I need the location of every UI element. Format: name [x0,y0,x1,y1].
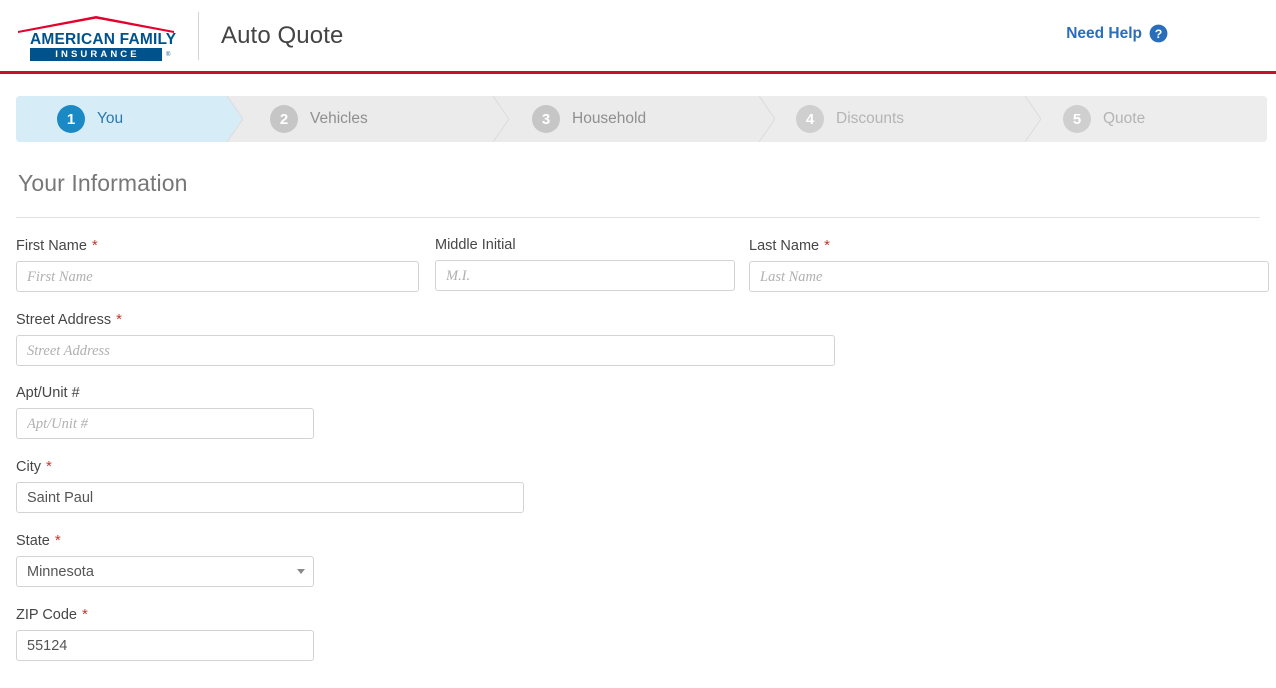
progress-steps: 1 You 2 Vehicles 3 Household 4 Discounts… [16,96,1267,142]
name-row: First Name* Middle Initial Last Name* [16,237,1269,292]
city-field-group: City * [16,458,1260,513]
last-name-required-marker: * [824,237,830,254]
page-title: Auto Quote [221,21,344,49]
last-name-label-text: Last Name [749,238,820,254]
zip-code-input[interactable] [16,630,314,661]
need-help-label: Need Help [1066,24,1142,42]
city-input[interactable] [16,482,524,513]
city-label: City * [16,458,1260,475]
svg-text:?: ? [1155,27,1163,41]
state-required-marker: * [54,532,61,549]
american-family-logo[interactable]: AMERICAN FAMILY INSURANCE ® [18,12,177,61]
step-badge-2: 2 [270,105,298,133]
apt-unit-label: Apt/Unit # [16,385,1260,401]
apt-unit-input[interactable] [16,408,314,439]
first-name-label: First Name * [16,237,419,254]
zip-code-required-marker: * [82,606,88,623]
last-name-input[interactable] [749,261,1269,292]
question-circle-icon: ? [1149,24,1168,43]
step-label-vehicles: Vehicles [310,110,368,127]
brand-block: AMERICAN FAMILY INSURANCE ® Auto Quote [16,0,343,71]
step-label-quote: Quote [1103,110,1146,127]
step-label-you: You [97,110,124,127]
step-badge-4: 4 [796,105,824,133]
state-label: State * [16,532,1260,549]
city-label-text: City [16,459,41,475]
apt-unit-label-text: Apt/Unit # [16,385,80,401]
progress-step-discounts[interactable]: 4 Discounts [760,96,1041,142]
progress-step-vehicles[interactable]: 2 Vehicles [228,96,509,142]
street-address-field-group: Street Address * [16,311,1260,366]
middle-initial-field-group: Middle Initial [435,237,735,292]
step-badge-5: 5 [1063,105,1091,133]
last-name-field-group: Last Name * [749,237,1269,292]
logo-text-primary: AMERICAN FAMILY [30,30,177,48]
page-header: AMERICAN FAMILY INSURANCE ® Auto Quote N… [0,0,1276,74]
first-name-field-group: First Name * [16,237,419,292]
state-select-wrapper [16,556,314,587]
state-label-text: State [16,533,50,549]
street-address-required-marker: * [116,311,122,328]
street-address-input[interactable] [16,335,835,366]
street-address-label: Street Address * [16,311,1260,328]
progress-step-household[interactable]: 3 Household [494,96,775,142]
middle-initial-label-text: Middle Initial [435,237,516,253]
section-title: Your Information [18,170,188,196]
step-badge-3: 3 [532,105,560,133]
first-name-label-text: First Name [16,238,87,254]
middle-initial-label: Middle Initial [435,237,735,253]
section-divider [16,217,1260,218]
zip-code-label-text: ZIP Code [16,607,77,623]
last-name-label: Last Name * [749,237,1269,254]
city-required-marker: * [45,458,52,475]
header-divider [198,11,199,60]
state-select[interactable] [16,556,314,587]
logo-roof-icon [18,15,174,33]
step-label-discounts: Discounts [836,110,905,127]
street-address-label-text: Street Address [16,312,112,328]
step-badge-1: 1 [57,105,85,133]
step-label-household: Household [572,110,647,127]
logo-text-secondary: INSURANCE [30,47,162,61]
progress-step-quote[interactable]: 5 Quote [1026,96,1267,142]
apt-unit-field-group: Apt/Unit # [16,385,1260,439]
state-field-group: State * [16,532,1260,587]
zip-code-field-group: ZIP Code * [16,606,1260,661]
middle-initial-input[interactable] [435,260,735,291]
form-content: Your Information First Name* Middle Init… [0,170,1276,661]
first-name-input[interactable] [16,261,419,292]
need-help-link[interactable]: Need Help ? [1066,24,1168,43]
progress-step-you[interactable]: 1 You [16,96,243,142]
zip-code-label: ZIP Code * [16,606,1260,623]
logo-registered-mark: ® [166,51,171,58]
first-name-required-marker: * [91,237,98,254]
